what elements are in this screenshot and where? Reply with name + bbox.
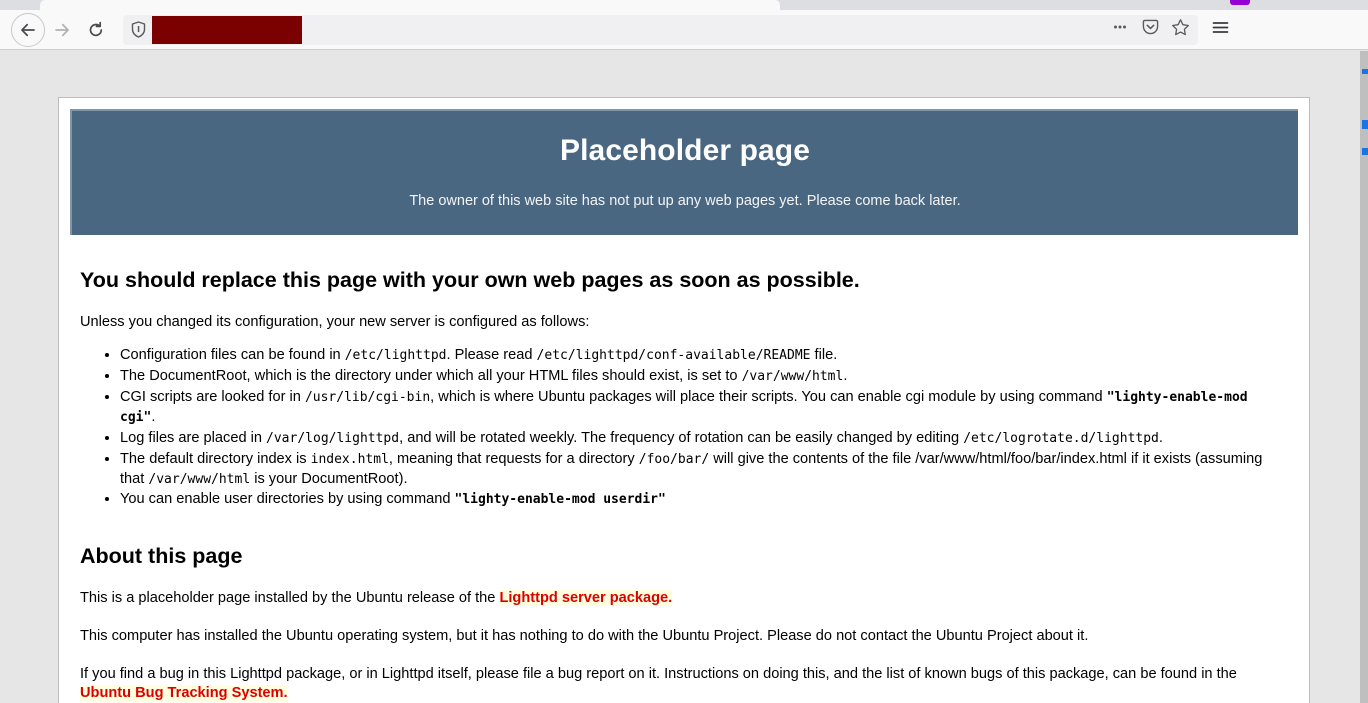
edge-artifact-2 xyxy=(1362,120,1368,129)
page-header-banner: Placeholder page The owner of this web s… xyxy=(70,109,1298,235)
about-paragraph-3: If you find a bug in this Lighttpd packa… xyxy=(80,665,1288,703)
inline-code: index.html xyxy=(310,451,389,467)
config-bullet-item: The default directory index is index.htm… xyxy=(120,450,1288,490)
bullet-text: You can enable user directories by using… xyxy=(120,491,455,508)
page-body: You should replace this page with your o… xyxy=(59,235,1309,703)
inline-code: /etc/lighttpd/conf-available/README xyxy=(536,348,811,364)
inline-code-bold: "lighty-enable-mod userdir" xyxy=(454,492,666,508)
forward-button[interactable] xyxy=(45,13,79,47)
bullet-text: . xyxy=(1158,429,1163,446)
bullet-text: . Please read xyxy=(446,347,537,364)
bookmark-button[interactable] xyxy=(1166,16,1194,44)
placeholder-page-container: Placeholder page The owner of this web s… xyxy=(58,97,1310,703)
bullet-text: , and will be rotated weekly. The freque… xyxy=(399,429,964,446)
reload-icon xyxy=(87,21,105,39)
bullet-text: The DocumentRoot, which is the directory… xyxy=(120,368,742,385)
shield-icon[interactable] xyxy=(131,21,146,38)
inline-code: /var/www/html xyxy=(148,471,251,487)
reload-button[interactable] xyxy=(79,13,113,47)
bullet-text: is your DocumentRoot). xyxy=(250,470,408,487)
tab-favicon-icon xyxy=(1230,0,1250,5)
config-bullet-list: Configuration files can be found in /etc… xyxy=(80,346,1288,510)
tab-strip xyxy=(0,0,1368,10)
heading-replace-page: You should replace this page with your o… xyxy=(80,267,860,292)
url-redaction-box xyxy=(152,15,302,44)
about-paragraph-2: This computer has installed the Ubuntu o… xyxy=(80,627,1089,644)
arrow-left-icon xyxy=(19,21,37,39)
page-actions-button[interactable] xyxy=(1106,16,1134,44)
about-paragraph-1: This is a placeholder page installed by … xyxy=(80,589,1288,609)
config-bullet-item: CGI scripts are looked for in /usr/lib/c… xyxy=(120,388,1288,428)
bullet-text: The default directory index is xyxy=(120,450,311,467)
inline-code: /etc/logrotate.d/lighttpd xyxy=(963,430,1159,446)
urlbar-actions xyxy=(1106,16,1198,44)
page-subtitle: The owner of this web site has not put u… xyxy=(409,193,961,209)
bullet-text: Configuration files can be found in xyxy=(120,347,345,364)
inline-code: /usr/lib/cgi-bin xyxy=(304,390,431,406)
hamburger-menu-icon xyxy=(1211,18,1230,42)
config-bullet-item: Log files are placed in /var/log/lighttp… xyxy=(120,429,1288,449)
config-bullet-item: You can enable user directories by using… xyxy=(120,490,1288,510)
arrow-right-icon xyxy=(53,21,71,39)
bullet-text: file. xyxy=(810,347,838,364)
config-bullet-item: The DocumentRoot, which is the directory… xyxy=(120,367,1288,387)
star-icon xyxy=(1171,18,1190,42)
page-title: Placeholder page xyxy=(559,134,811,167)
lighttpd-server-package-link[interactable]: Lighttpd server package. xyxy=(499,590,673,607)
viewport-right-edge xyxy=(1360,51,1368,703)
content-viewport: Placeholder page The owner of this web s… xyxy=(0,51,1368,703)
intro-paragraph: Unless you changed its configuration, yo… xyxy=(80,313,590,330)
inline-code: /foo/bar/ xyxy=(638,451,710,467)
app-menu-button[interactable] xyxy=(1204,13,1236,47)
navigation-toolbar xyxy=(0,10,1368,50)
bullet-text: CGI scripts are looked for in xyxy=(120,389,305,406)
url-bar[interactable] xyxy=(123,14,1198,45)
bullet-text: Log files are placed in xyxy=(120,429,267,446)
bullet-text: . xyxy=(843,368,848,385)
pocket-button[interactable] xyxy=(1136,16,1164,44)
bullet-text: , which is where Ubuntu packages will pl… xyxy=(430,389,1107,406)
inline-code: /etc/lighttpd xyxy=(344,348,447,364)
inline-code: /var/log/lighttpd xyxy=(266,430,400,446)
tab-active[interactable] xyxy=(40,0,780,10)
browser-window: Placeholder page The owner of this web s… xyxy=(0,0,1368,703)
config-bullet-item: Configuration files can be found in /etc… xyxy=(120,346,1288,366)
about-p3-text: If you find a bug in this Lighttpd packa… xyxy=(80,665,1237,682)
about-p1-text: This is a placeholder page installed by … xyxy=(80,590,500,607)
back-button[interactable] xyxy=(11,12,45,47)
bullet-text: , meaning that requests for a directory xyxy=(388,450,639,467)
pocket-icon xyxy=(1141,18,1160,42)
ubuntu-bug-tracking-system-link[interactable]: Ubuntu Bug Tracking System. xyxy=(80,685,288,702)
edge-artifact-3 xyxy=(1362,148,1368,155)
edge-artifact-1 xyxy=(1362,69,1368,74)
ellipsis-icon xyxy=(1111,18,1129,41)
bullet-text: . xyxy=(151,409,156,425)
heading-about-this-page: About this page xyxy=(80,544,243,569)
inline-code: /var/www/html xyxy=(741,369,844,385)
